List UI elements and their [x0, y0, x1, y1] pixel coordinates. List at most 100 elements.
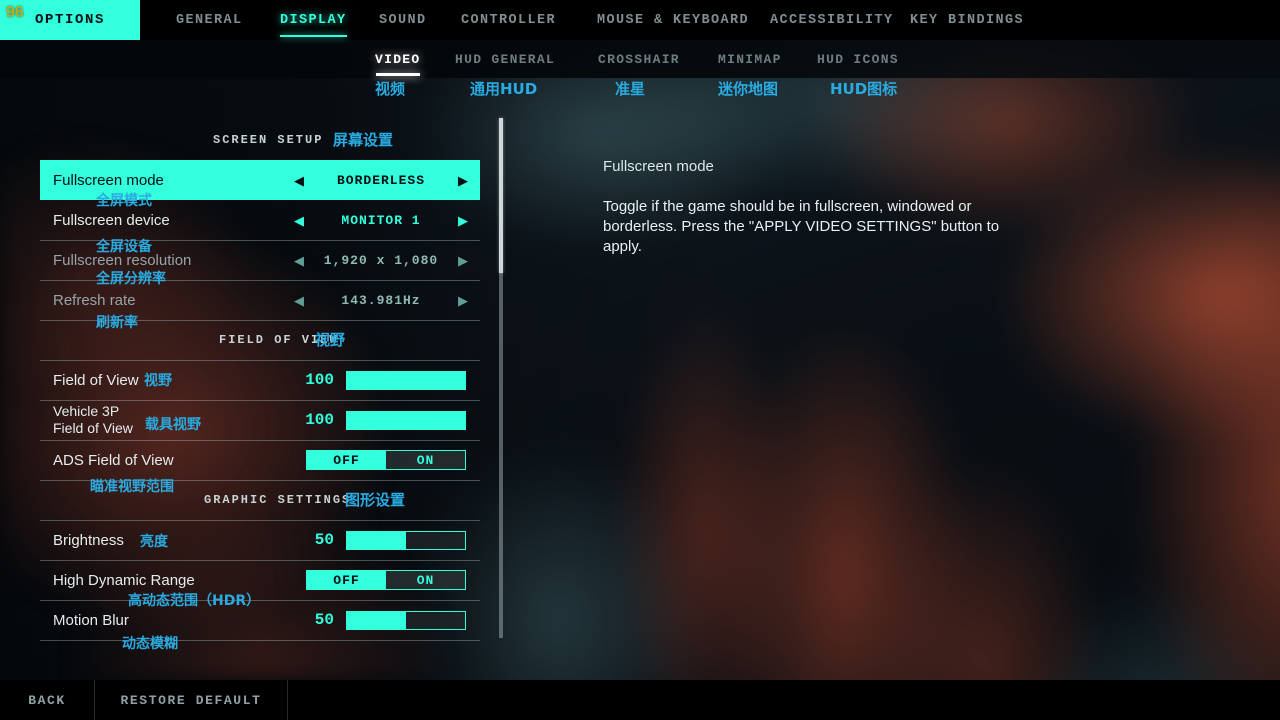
main-tab-controller[interactable]: CONTROLLER	[461, 0, 556, 40]
selector-control-fullscreen-mode: ◀ BORDERLESS ▶	[290, 173, 480, 188]
main-tab-mouse-keyboard[interactable]: MOUSE & KEYBOARD	[597, 0, 749, 40]
sub-tab-label: MINIMAP	[718, 51, 782, 67]
slider-fill-brightness	[347, 531, 406, 549]
slider-control-motion-blur: 50	[290, 610, 480, 630]
chevron-left-icon[interactable]: ◀	[290, 214, 308, 227]
sub-tab-label: VIDEO	[375, 51, 421, 67]
main-tab-label: KEY BINDINGS	[910, 12, 1025, 28]
setting-row-brightness[interactable]: Brightness 50	[40, 520, 480, 560]
setting-label-fullscreen-device: Fullscreen device	[53, 211, 170, 229]
sub-tab-label: CROSSHAIR	[598, 51, 680, 67]
section-header-label: SCREEN SETUP	[213, 133, 324, 147]
setting-label-fullscreen-resolution: Fullscreen resolution	[53, 251, 192, 269]
section-header-label: FIELD OF VIEW	[219, 333, 339, 347]
toggle-control-high-dynamic-range: OFF ON	[290, 570, 480, 590]
slider-value-vehicle-3p-field-of-view: 100	[305, 411, 334, 429]
settings-scrollbar-thumb[interactable]	[499, 118, 503, 273]
selector-value-fullscreen-device: MONITOR 1	[341, 212, 421, 228]
sub-navigation-bar: VIDEO HUD GENERAL CROSSHAIR MINIMAP HUD ICON…	[0, 40, 1280, 78]
toggle-option-off-ads-field-of-view[interactable]: OFF	[307, 451, 386, 469]
section-header-graphic-settings: GRAPHIC SETTINGS	[0, 483, 480, 517]
slider-fill-vehicle-3p-field-of-view	[347, 411, 465, 429]
setting-label-high-dynamic-range: High Dynamic Range	[53, 571, 195, 589]
back-button[interactable]: BACK	[0, 680, 95, 720]
slider-track-vehicle-3p-field-of-view[interactable]	[346, 410, 466, 430]
setting-label-field-of-view: Field of View	[53, 371, 139, 389]
settings-list: SCREEN SETUP FIELD OF VIEW GRAPHIC SETTING…	[0, 100, 520, 680]
setting-label-refresh-rate: Refresh rate	[53, 291, 136, 309]
slider-fill-motion-blur	[347, 611, 406, 629]
top-navigation-bar: OPTIONS GENERAL DISPLAY SOUND CONTROLLER MOU…	[0, 0, 1280, 40]
setting-row-ads-field-of-view[interactable]: ADS Field of View OFF ON	[40, 440, 480, 480]
sub-tab-hud-icons[interactable]: HUD ICONS	[817, 40, 899, 78]
sub-tab-video[interactable]: VIDEO	[375, 40, 421, 78]
slider-track-brightness[interactable]	[346, 530, 466, 550]
selector-value-refresh-rate: 143.981Hz	[341, 292, 421, 308]
options-screen: 96 OPTIONS GENERAL DISPLAY SOUND CONTROLLER…	[0, 0, 1280, 720]
slider-control-vehicle-3p-field-of-view: 100	[290, 410, 480, 430]
selector-control-fullscreen-device: ◀ MONITOR 1 ▶	[290, 213, 480, 228]
slider-value-field-of-view: 100	[305, 371, 334, 389]
slider-value-motion-blur: 50	[314, 611, 334, 629]
chevron-right-icon[interactable]: ▶	[454, 174, 472, 187]
setting-label-motion-blur: Motion Blur	[53, 611, 129, 629]
sub-tab-label: HUD ICONS	[817, 51, 899, 67]
slider-track-motion-blur[interactable]	[346, 610, 466, 630]
setting-row-vehicle-3p-field-of-view[interactable]: Vehicle 3P Field of View 100	[40, 400, 480, 440]
slider-control-field-of-view: 100	[290, 370, 480, 390]
chevron-left-icon[interactable]: ◀	[290, 294, 308, 307]
sub-tab-label: HUD GENERAL	[455, 51, 556, 67]
main-tab-accessibility[interactable]: ACCESSIBILITY	[770, 0, 894, 40]
chevron-right-icon[interactable]: ▶	[454, 214, 472, 227]
section-header-label: GRAPHIC SETTINGS	[204, 493, 352, 507]
main-tab-label: DISPLAY	[280, 12, 347, 28]
description-title: Fullscreen mode	[603, 158, 714, 175]
settings-scrollbar-track[interactable]	[499, 118, 503, 638]
main-tab-label: MOUSE & KEYBOARD	[597, 12, 750, 28]
main-tab-key-bindings[interactable]: KEY BINDINGS	[910, 0, 1024, 40]
toggle-control-ads-field-of-view: OFF ON	[290, 450, 480, 470]
setting-row-fullscreen-mode[interactable]: Fullscreen mode ◀ BORDERLESS ▶	[40, 160, 480, 200]
selector-value-fullscreen-resolution: 1,920 x 1,080	[323, 252, 439, 268]
toggle-option-on-high-dynamic-range[interactable]: ON	[386, 571, 465, 589]
chevron-right-icon[interactable]: ▶	[454, 294, 472, 307]
sub-tab-minimap[interactable]: MINIMAP	[718, 40, 782, 78]
setting-row-motion-blur[interactable]: Motion Blur 50	[40, 600, 480, 640]
toggle-high-dynamic-range[interactable]: OFF ON	[306, 570, 466, 590]
setting-row-fullscreen-resolution[interactable]: Fullscreen resolution ◀ 1,920 x 1,080 ▶	[40, 240, 480, 280]
selector-control-refresh-rate: ◀ 143.981Hz ▶	[290, 293, 480, 308]
main-tab-label: SOUND	[379, 12, 427, 28]
main-tab-label: ACCESSIBILITY	[770, 12, 894, 28]
main-tab-display[interactable]: DISPLAY	[280, 0, 347, 40]
setting-row-refresh-rate[interactable]: Refresh rate ◀ 143.981Hz ▶	[40, 280, 480, 320]
toggle-option-off-high-dynamic-range[interactable]: OFF	[307, 571, 386, 589]
chevron-left-icon[interactable]: ◀	[290, 174, 308, 187]
row-divider	[40, 640, 480, 641]
sub-tab-hud-general[interactable]: HUD GENERAL	[455, 40, 555, 78]
restore-default-button[interactable]: RESTORE DEFAULT	[95, 680, 288, 720]
description-panel: Fullscreen mode Toggle if the game shoul…	[603, 158, 1023, 257]
slider-value-brightness: 50	[314, 531, 334, 549]
description-body: Toggle if the game should be in fullscre…	[603, 198, 1000, 255]
setting-row-field-of-view[interactable]: Field of View 100	[40, 360, 480, 400]
slider-track-field-of-view[interactable]	[346, 370, 466, 390]
sub-tab-crosshair[interactable]: CROSSHAIR	[598, 40, 680, 78]
row-divider	[40, 480, 480, 481]
chevron-right-icon[interactable]: ▶	[454, 254, 472, 267]
setting-row-fullscreen-device[interactable]: Fullscreen device ◀ MONITOR 1 ▶	[40, 200, 480, 240]
main-tab-label: GENERAL	[176, 12, 243, 28]
main-tab-sound[interactable]: SOUND	[379, 0, 427, 40]
main-tab-general[interactable]: GENERAL	[176, 0, 243, 40]
row-divider	[40, 320, 480, 321]
toggle-ads-field-of-view[interactable]: OFF ON	[306, 450, 466, 470]
options-title-label: OPTIONS	[34, 12, 105, 28]
setting-row-high-dynamic-range[interactable]: High Dynamic Range OFF ON	[40, 560, 480, 600]
setting-label-vehicle-3p-field-of-view: Vehicle 3P Field of View	[53, 403, 133, 436]
toggle-option-on-ads-field-of-view[interactable]: ON	[386, 451, 465, 469]
slider-control-brightness: 50	[290, 530, 480, 550]
selector-control-fullscreen-resolution: ◀ 1,920 x 1,080 ▶	[290, 253, 480, 268]
selector-value-fullscreen-mode: BORDERLESS	[336, 172, 425, 188]
section-header-field-of-view: FIELD OF VIEW	[0, 323, 480, 357]
chevron-left-icon[interactable]: ◀	[290, 254, 308, 267]
setting-label-brightness: Brightness	[53, 531, 124, 549]
